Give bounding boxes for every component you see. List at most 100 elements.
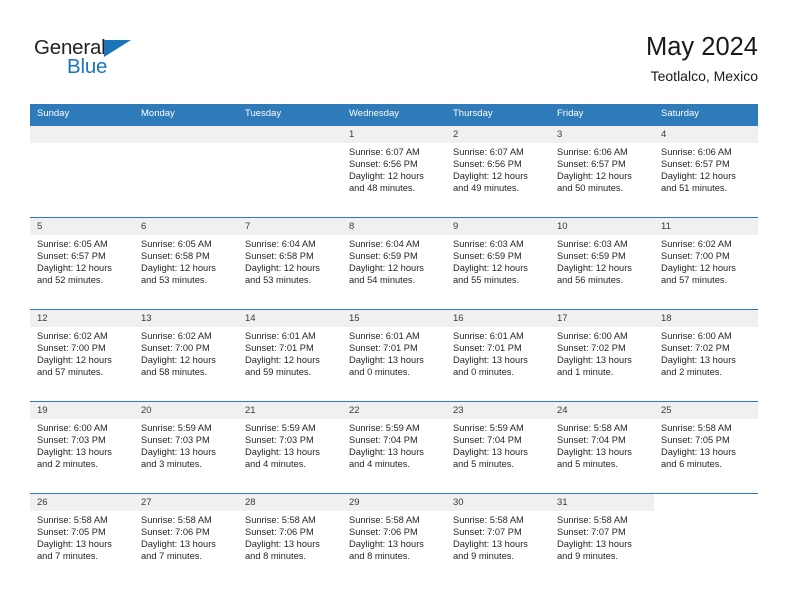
day-cell[interactable]: 30 Sunrise: 5:58 AM Sunset: 7:07 PM Dayl… <box>446 494 550 585</box>
sunset-text: Sunset: 7:07 PM <box>453 526 522 537</box>
sunrise-text: Sunrise: 6:01 AM <box>349 331 420 341</box>
sunrise-text: Sunrise: 6:06 AM <box>661 147 732 157</box>
daylight-text-line2: and 3 minutes. <box>141 458 202 469</box>
day-cell[interactable]: 12 Sunrise: 6:02 AM Sunset: 7:00 PM Dayl… <box>30 310 134 401</box>
daylight-text-line1: Daylight: 13 hours <box>661 354 736 365</box>
daylight-text-line1: Daylight: 13 hours <box>349 538 424 549</box>
week-row: 12 Sunrise: 6:02 AM Sunset: 7:00 PM Dayl… <box>30 309 758 401</box>
day-number: 19 <box>30 402 134 419</box>
day-number: 28 <box>238 494 342 511</box>
day-cell[interactable]: 18 Sunrise: 6:00 AM Sunset: 7:02 PM Dayl… <box>654 310 758 401</box>
day-number: 16 <box>446 310 550 327</box>
daylight-text-line1: Daylight: 13 hours <box>453 446 528 457</box>
day-details: Sunrise: 5:58 AM Sunset: 7:05 PM Dayligh… <box>30 511 134 563</box>
day-details <box>238 143 342 147</box>
day-number: 18 <box>654 310 758 327</box>
sunset-text: Sunset: 7:01 PM <box>349 342 418 353</box>
sunrise-text: Sunrise: 6:05 AM <box>141 239 212 249</box>
day-cell[interactable]: 27 Sunrise: 5:58 AM Sunset: 7:06 PM Dayl… <box>134 494 238 585</box>
day-details: Sunrise: 6:05 AM Sunset: 6:57 PM Dayligh… <box>30 235 134 287</box>
day-details: Sunrise: 6:06 AM Sunset: 6:57 PM Dayligh… <box>654 143 758 195</box>
day-cell[interactable]: 14 Sunrise: 6:01 AM Sunset: 7:01 PM Dayl… <box>238 310 342 401</box>
day-cell[interactable]: 29 Sunrise: 5:58 AM Sunset: 7:06 PM Dayl… <box>342 494 446 585</box>
day-details: Sunrise: 5:58 AM Sunset: 7:06 PM Dayligh… <box>134 511 238 563</box>
sunrise-text: Sunrise: 6:00 AM <box>661 331 732 341</box>
day-cell[interactable]: 16 Sunrise: 6:01 AM Sunset: 7:01 PM Dayl… <box>446 310 550 401</box>
sunset-text: Sunset: 7:06 PM <box>141 526 210 537</box>
sunrise-text: Sunrise: 5:59 AM <box>141 423 212 433</box>
daylight-text-line2: and 4 minutes. <box>349 458 410 469</box>
day-cell[interactable]: 25 Sunrise: 5:58 AM Sunset: 7:05 PM Dayl… <box>654 402 758 493</box>
day-cell[interactable]: 15 Sunrise: 6:01 AM Sunset: 7:01 PM Dayl… <box>342 310 446 401</box>
day-cell[interactable]: 22 Sunrise: 5:59 AM Sunset: 7:04 PM Dayl… <box>342 402 446 493</box>
day-number: 13 <box>134 310 238 327</box>
day-cell[interactable]: 13 Sunrise: 6:02 AM Sunset: 7:00 PM Dayl… <box>134 310 238 401</box>
day-cell[interactable]: 10 Sunrise: 6:03 AM Sunset: 6:59 PM Dayl… <box>550 218 654 309</box>
daylight-text-line2: and 7 minutes. <box>141 550 202 561</box>
day-cell[interactable]: 6 Sunrise: 6:05 AM Sunset: 6:58 PM Dayli… <box>134 218 238 309</box>
day-details: Sunrise: 5:58 AM Sunset: 7:07 PM Dayligh… <box>550 511 654 563</box>
day-cell[interactable]: 5 Sunrise: 6:05 AM Sunset: 6:57 PM Dayli… <box>30 218 134 309</box>
day-cell[interactable]: 7 Sunrise: 6:04 AM Sunset: 6:58 PM Dayli… <box>238 218 342 309</box>
day-cell[interactable]: 3 Sunrise: 6:06 AM Sunset: 6:57 PM Dayli… <box>550 126 654 217</box>
day-cell[interactable]: 23 Sunrise: 5:59 AM Sunset: 7:04 PM Dayl… <box>446 402 550 493</box>
day-cell[interactable]: 24 Sunrise: 5:58 AM Sunset: 7:04 PM Dayl… <box>550 402 654 493</box>
daylight-text-line1: Daylight: 12 hours <box>453 170 528 181</box>
day-cell[interactable]: 8 Sunrise: 6:04 AM Sunset: 6:59 PM Dayli… <box>342 218 446 309</box>
sunset-text: Sunset: 6:57 PM <box>557 158 626 169</box>
daylight-text-line1: Daylight: 13 hours <box>661 446 736 457</box>
blue-triangle-icon <box>104 39 131 57</box>
day-number: 15 <box>342 310 446 327</box>
sunset-text: Sunset: 7:02 PM <box>557 342 626 353</box>
week-row: 5 Sunrise: 6:05 AM Sunset: 6:57 PM Dayli… <box>30 217 758 309</box>
day-number: 26 <box>30 494 134 511</box>
day-cell[interactable]: 31 Sunrise: 5:58 AM Sunset: 7:07 PM Dayl… <box>550 494 654 585</box>
day-cell[interactable]: 19 Sunrise: 6:00 AM Sunset: 7:03 PM Dayl… <box>30 402 134 493</box>
day-number <box>30 126 134 143</box>
day-cell[interactable]: 2 Sunrise: 6:07 AM Sunset: 6:56 PM Dayli… <box>446 126 550 217</box>
day-details: Sunrise: 6:04 AM Sunset: 6:59 PM Dayligh… <box>342 235 446 287</box>
daylight-text-line2: and 2 minutes. <box>661 366 722 377</box>
daylight-text-line2: and 57 minutes. <box>37 366 104 377</box>
day-number: 10 <box>550 218 654 235</box>
day-number: 23 <box>446 402 550 419</box>
day-cell[interactable]: 17 Sunrise: 6:00 AM Sunset: 7:02 PM Dayl… <box>550 310 654 401</box>
sunrise-text: Sunrise: 5:58 AM <box>557 515 628 525</box>
day-cell[interactable]: 28 Sunrise: 5:58 AM Sunset: 7:06 PM Dayl… <box>238 494 342 585</box>
sunset-text: Sunset: 7:00 PM <box>661 250 730 261</box>
day-details: Sunrise: 5:58 AM Sunset: 7:04 PM Dayligh… <box>550 419 654 471</box>
day-cell[interactable]: 11 Sunrise: 6:02 AM Sunset: 7:00 PM Dayl… <box>654 218 758 309</box>
general-blue-logo[interactable]: General Blue <box>34 36 164 82</box>
weekday-header-friday: Friday <box>557 108 584 119</box>
day-cell[interactable]: 4 Sunrise: 6:06 AM Sunset: 6:57 PM Dayli… <box>654 126 758 217</box>
day-cell[interactable]: 21 Sunrise: 5:59 AM Sunset: 7:03 PM Dayl… <box>238 402 342 493</box>
sunset-text: Sunset: 7:00 PM <box>141 342 210 353</box>
sunset-text: Sunset: 6:57 PM <box>37 250 106 261</box>
day-cell[interactable]: 1 Sunrise: 6:07 AM Sunset: 6:56 PM Dayli… <box>342 126 446 217</box>
weekday-header-sunday: Sunday <box>37 108 70 119</box>
day-number: 27 <box>134 494 238 511</box>
day-details: Sunrise: 5:58 AM Sunset: 7:07 PM Dayligh… <box>446 511 550 563</box>
day-number: 9 <box>446 218 550 235</box>
day-cell[interactable]: 9 Sunrise: 6:03 AM Sunset: 6:59 PM Dayli… <box>446 218 550 309</box>
sunset-text: Sunset: 7:07 PM <box>557 526 626 537</box>
sunrise-text: Sunrise: 5:59 AM <box>349 423 420 433</box>
sunset-text: Sunset: 6:59 PM <box>557 250 626 261</box>
calendar-page: General Blue May 2024 Teotlalco, Mexico … <box>0 0 792 612</box>
sunrise-text: Sunrise: 6:03 AM <box>557 239 628 249</box>
day-cell[interactable]: 26 Sunrise: 5:58 AM Sunset: 7:05 PM Dayl… <box>30 494 134 585</box>
daylight-text-line1: Daylight: 12 hours <box>245 354 320 365</box>
calendar-grid: Sunday Monday Tuesday Wednesday Thursday… <box>30 104 758 585</box>
day-cell[interactable]: 20 Sunrise: 5:59 AM Sunset: 7:03 PM Dayl… <box>134 402 238 493</box>
sunset-text: Sunset: 7:01 PM <box>453 342 522 353</box>
daylight-text-line2: and 8 minutes. <box>349 550 410 561</box>
sunset-text: Sunset: 7:02 PM <box>661 342 730 353</box>
day-number: 31 <box>550 494 654 511</box>
daylight-text-line1: Daylight: 13 hours <box>37 538 112 549</box>
day-details: Sunrise: 6:02 AM Sunset: 7:00 PM Dayligh… <box>654 235 758 287</box>
daylight-text-line2: and 59 minutes. <box>245 366 312 377</box>
daylight-text-line1: Daylight: 12 hours <box>661 170 736 181</box>
sunset-text: Sunset: 7:06 PM <box>245 526 314 537</box>
day-number: 5 <box>30 218 134 235</box>
daylight-text-line2: and 49 minutes. <box>453 182 520 193</box>
